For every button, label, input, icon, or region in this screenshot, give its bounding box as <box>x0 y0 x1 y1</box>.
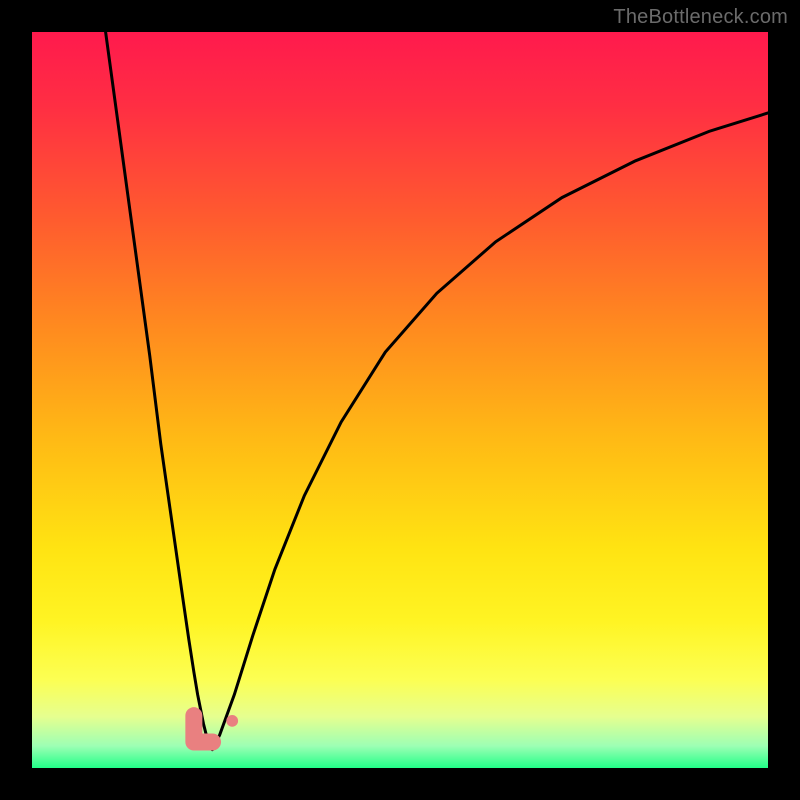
min-marker-dot <box>226 715 238 727</box>
watermark-text: TheBottleneck.com <box>613 6 788 29</box>
plot-area <box>32 32 768 768</box>
curves-layer <box>32 32 768 768</box>
markers-layer <box>194 715 238 742</box>
curve-left-branch <box>106 32 213 750</box>
curve-right-branch <box>212 113 768 750</box>
chart-frame: TheBottleneck.com <box>0 0 800 800</box>
